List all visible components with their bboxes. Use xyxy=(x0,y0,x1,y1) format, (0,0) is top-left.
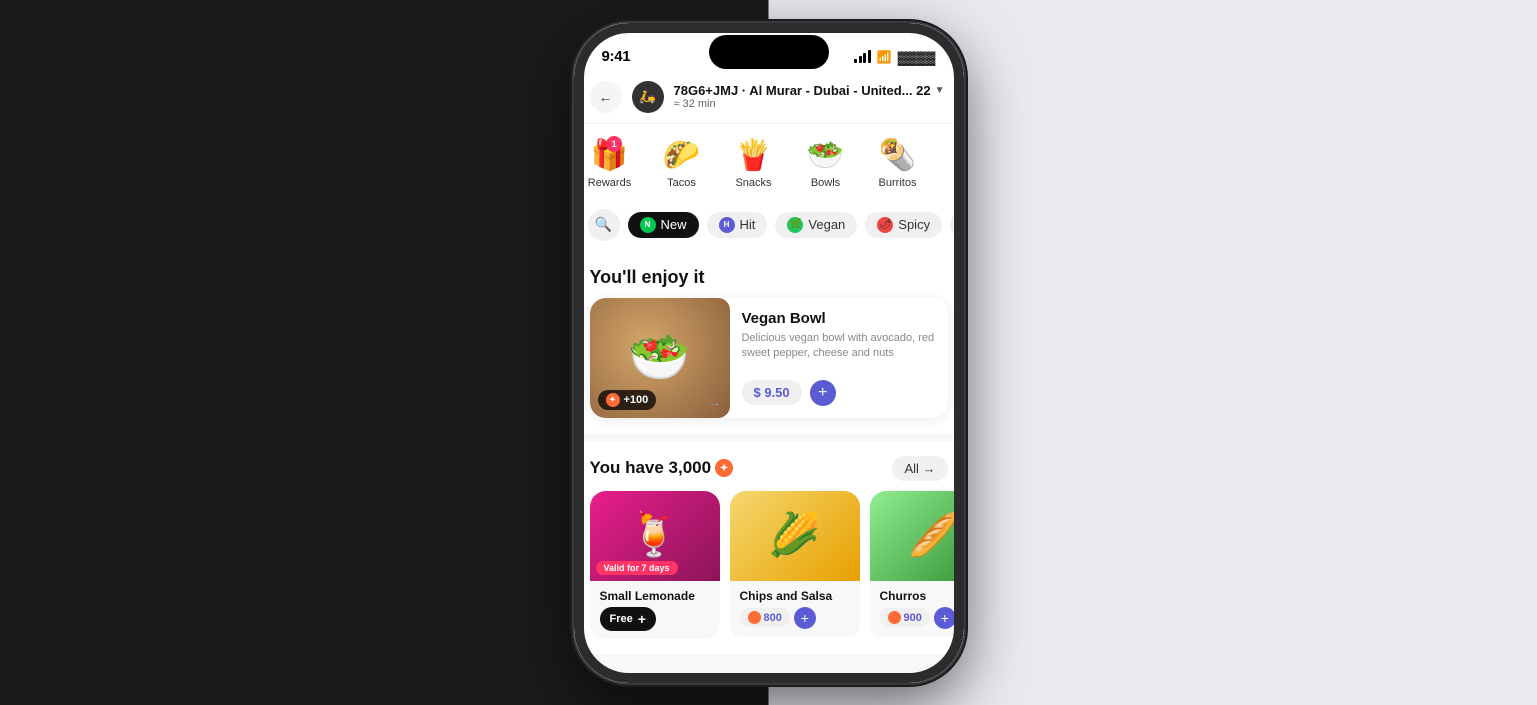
rewards-coin-icon: ✦ xyxy=(606,393,620,407)
rewards-points-badge: ✦ +100 xyxy=(598,390,657,410)
featured-card-area: 🥗 ✦ +100 → Vegan Bowl Delicious vegan bo… xyxy=(574,298,964,434)
category-label-bowls: Bowls xyxy=(811,177,840,189)
free-button[interactable]: Free + xyxy=(600,607,656,631)
churros-cost-icon xyxy=(888,611,901,624)
filter-tag-spicy[interactable]: 🌶 Spicy xyxy=(865,212,942,238)
valid-badge: Valid for 7 days xyxy=(596,561,678,575)
main-content: You'll enjoy it 🥗 ✦ +100 → Vegan Bow xyxy=(574,251,964,683)
phone-device: 9:41 📶 ▓▓▓▓ ← 🛵 xyxy=(574,23,964,683)
chips-cost: 800 + xyxy=(740,607,850,629)
reward-card-chips[interactable]: 🌽 Chips and Salsa 800 + xyxy=(730,491,860,639)
churros-info: Churros 900 + xyxy=(870,581,964,637)
vegan-bowl-card[interactable]: 🥗 ✦ +100 → Vegan Bowl Delicious vegan bo… xyxy=(590,298,948,418)
category-item-burritos[interactable]: 🌯 Burritos xyxy=(862,134,934,193)
category-label-tacos: Tacos xyxy=(667,177,696,189)
categories-scroll: 🎁 1 Rewards 🌮 Tacos 🍟 Snacks 🥗 Bowls xyxy=(574,124,964,203)
hit-tag-icon: H xyxy=(719,217,735,233)
category-label-drinks: Drinks xyxy=(954,177,964,189)
search-button[interactable]: 🔍 xyxy=(588,209,620,241)
price-row: $ 9.50 + xyxy=(742,380,936,406)
app-header: ← 🛵 78G6+JMJ · Al Murar - Dubai - United… xyxy=(574,73,964,124)
rewards-badge-count: 1 xyxy=(606,136,622,152)
chevron-down-icon: ▼ xyxy=(935,85,945,96)
reward-cards-scroll: 🍹 Valid for 7 days Small Lemonade Free + xyxy=(574,491,964,655)
new-tag-icon: N xyxy=(640,217,656,233)
vegan-tag-icon: 🌿 xyxy=(787,217,803,233)
filter-tags-bar: 🔍 N New H Hit 🌿 Vegan 🌶 Spicy xyxy=(574,203,964,251)
all-rewards-button[interactable]: All → xyxy=(892,456,947,481)
featured-section-title: You'll enjoy it xyxy=(574,251,964,298)
delivery-time: ≈ 32 min xyxy=(674,98,948,110)
location-text[interactable]: 78G6+JMJ · Al Murar - Dubai - United... … xyxy=(674,83,948,98)
rewards-coin-large-icon: ✦ xyxy=(715,459,733,477)
phone-screen: 9:41 📶 ▓▓▓▓ ← 🛵 xyxy=(574,23,964,683)
chips-cost-badge: 800 xyxy=(740,608,790,627)
chips-info: Chips and Salsa 800 + xyxy=(730,581,860,637)
wifi-icon: 📶 xyxy=(877,50,892,64)
vegan-bowl-title: Vegan Bowl xyxy=(742,310,936,327)
rewards-title: You have 3,000 ✦ xyxy=(590,458,734,478)
churros-cost: 900 + xyxy=(880,607,964,629)
add-to-cart-button[interactable]: + xyxy=(810,380,836,406)
location-info: 78G6+JMJ · Al Murar - Dubai - United... … xyxy=(674,83,948,110)
rewards-header: You have 3,000 ✦ All → xyxy=(574,442,964,491)
lemonade-image: 🍹 Valid for 7 days xyxy=(590,491,720,581)
category-item-bowls[interactable]: 🥗 Bowls xyxy=(790,134,862,193)
chips-image: 🌽 xyxy=(730,491,860,581)
reward-card-lemonade[interactable]: 🍹 Valid for 7 days Small Lemonade Free + xyxy=(590,491,720,639)
swipe-arrow-icon: → xyxy=(708,394,722,410)
status-time: 9:41 xyxy=(602,48,631,65)
churros-cost-badge: 900 xyxy=(880,608,930,627)
back-button[interactable]: ← xyxy=(590,81,622,113)
churros-add-button[interactable]: + xyxy=(934,607,956,629)
filter-tag-che[interactable]: 🧀 Che xyxy=(950,212,963,238)
lemonade-info: Small Lemonade Free + xyxy=(590,581,720,639)
delivery-icon: 🛵 xyxy=(632,81,664,113)
chips-cost-icon xyxy=(748,611,761,624)
category-item-rewards[interactable]: 🎁 1 Rewards xyxy=(574,134,646,193)
churros-image: 🥖 xyxy=(870,491,964,581)
vegan-bowl-image: 🥗 ✦ +100 → xyxy=(590,298,730,418)
chips-add-button[interactable]: + xyxy=(794,607,816,629)
filter-tag-vegan[interactable]: 🌿 Vegan xyxy=(775,212,857,238)
lemonade-cost: Free + xyxy=(600,607,710,631)
vegan-bowl-description: Delicious vegan bowl with avocado, red s… xyxy=(742,331,936,372)
filter-tag-hit[interactable]: H Hit xyxy=(707,212,768,238)
dynamic-island xyxy=(709,35,829,69)
category-item-tacos[interactable]: 🌮 Tacos xyxy=(646,134,718,193)
battery-icon: ▓▓▓▓ xyxy=(898,50,936,65)
lemonade-name: Small Lemonade xyxy=(600,589,710,603)
category-label-burritos: Burritos xyxy=(879,177,917,189)
rewards-section: You have 3,000 ✦ All → 🍹 Valid for 7 day… xyxy=(574,442,964,655)
chips-name: Chips and Salsa xyxy=(740,589,850,603)
price-tag: $ 9.50 xyxy=(742,380,802,405)
spicy-tag-icon: 🌶 xyxy=(877,217,893,233)
category-item-snacks[interactable]: 🍟 Snacks xyxy=(718,134,790,193)
vegan-bowl-info: Vegan Bowl Delicious vegan bowl with avo… xyxy=(730,298,948,418)
category-label-rewards: Rewards xyxy=(588,177,631,189)
che-tag-icon: 🧀 xyxy=(962,217,963,233)
signal-icon xyxy=(854,51,871,63)
reward-card-churros[interactable]: 🥖 Churros 900 + xyxy=(870,491,964,639)
filter-tag-new[interactable]: N New xyxy=(628,212,699,238)
churros-name: Churros xyxy=(880,589,964,603)
free-plus-icon: + xyxy=(638,611,646,627)
category-item-drinks[interactable]: 🥤 Drinks xyxy=(934,134,964,193)
category-label-snacks: Snacks xyxy=(735,177,771,189)
status-icons: 📶 ▓▓▓▓ xyxy=(854,50,935,65)
